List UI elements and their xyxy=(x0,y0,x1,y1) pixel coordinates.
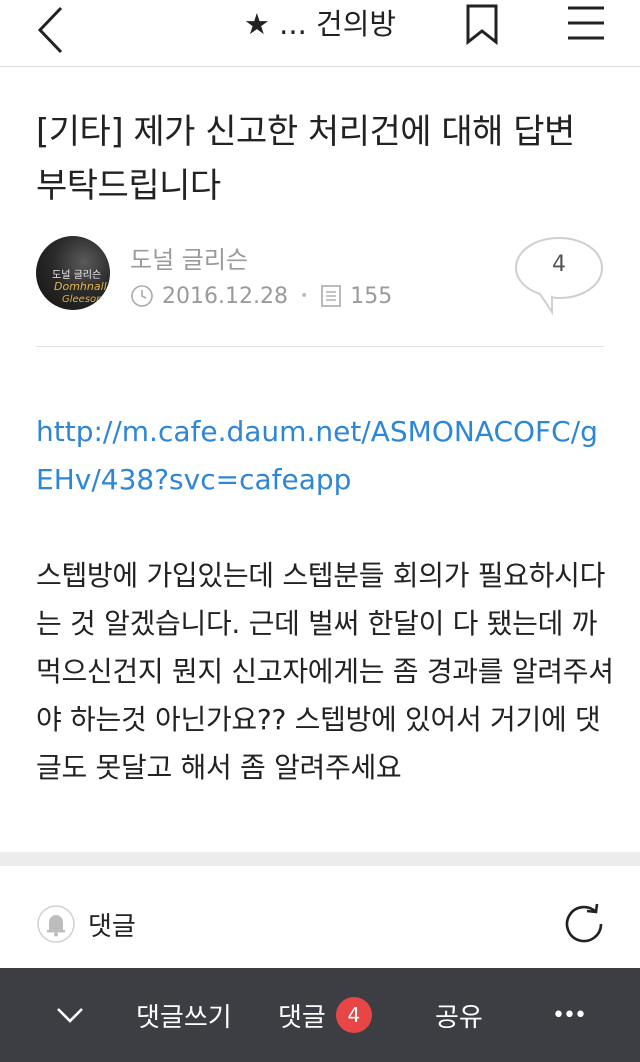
author-name[interactable]: 도널 글리슨 xyxy=(130,240,248,275)
share-button[interactable]: 공유 xyxy=(435,968,483,1062)
share-label: 공유 xyxy=(435,1002,483,1033)
comment-count: 4 xyxy=(552,252,566,277)
post-link[interactable]: http://m.cafe.daum.net/ASMONACOFC/gEHv/4… xyxy=(36,408,611,504)
view-count: 155 xyxy=(350,283,393,309)
meta-separator: • xyxy=(299,288,309,304)
clock-icon xyxy=(131,285,153,307)
document-icon xyxy=(321,285,342,307)
comment-label: 댓글 xyxy=(88,912,136,942)
avatar-caption: 도널 글리슨 xyxy=(52,270,102,281)
divider xyxy=(36,346,604,347)
page-title[interactable]: ★ ... 건의방 xyxy=(150,4,490,44)
avatar-caption: Gleeson xyxy=(62,294,103,305)
write-comment-button[interactable]: 댓글쓰기 xyxy=(136,968,232,1062)
post-date: 2016.12.28 xyxy=(162,283,288,309)
avatar-caption: Domhnall xyxy=(54,280,107,293)
post-body: 스텝방에 가입있는데 스텝분들 회의가 필요하시다는 것 알겠습니다. 근데 벌… xyxy=(36,559,614,784)
back-button[interactable] xyxy=(28,4,78,62)
write-comment-label: 댓글쓰기 xyxy=(136,1002,232,1033)
hamburger-menu-icon xyxy=(568,6,604,40)
refresh-icon xyxy=(565,903,603,943)
refresh-button[interactable] xyxy=(562,902,606,946)
comment-count-button[interactable]: 4 xyxy=(514,236,604,316)
avatar[interactable]: 도널 글리슨 Domhnall Gleeson xyxy=(36,236,110,310)
comments-button[interactable]: 댓글 4 xyxy=(278,968,372,1062)
chevron-left-icon xyxy=(37,6,63,54)
more-button[interactable]: ••• xyxy=(552,968,587,1062)
comment-count-badge: 4 xyxy=(335,997,372,1033)
bell-icon xyxy=(37,905,75,943)
comments-label: 댓글 xyxy=(278,1002,326,1033)
bottom-toolbar: 댓글쓰기 댓글 4 공유 ••• xyxy=(0,968,640,1062)
collapse-button[interactable] xyxy=(50,968,90,1062)
post-meta: 2016.12.28 • 155 xyxy=(130,282,392,310)
chevron-down-icon xyxy=(57,1008,83,1023)
section-separator xyxy=(0,852,640,866)
more-icon: ••• xyxy=(552,1002,587,1028)
bookmark-icon xyxy=(466,4,498,46)
top-bar: ★ ... 건의방 xyxy=(0,0,640,67)
menu-button[interactable] xyxy=(562,4,610,44)
post-title: [기타] 제가 신고한 처리건에 대해 답변 부탁드립니다 xyxy=(36,112,575,206)
bookmark-button[interactable] xyxy=(458,2,506,50)
